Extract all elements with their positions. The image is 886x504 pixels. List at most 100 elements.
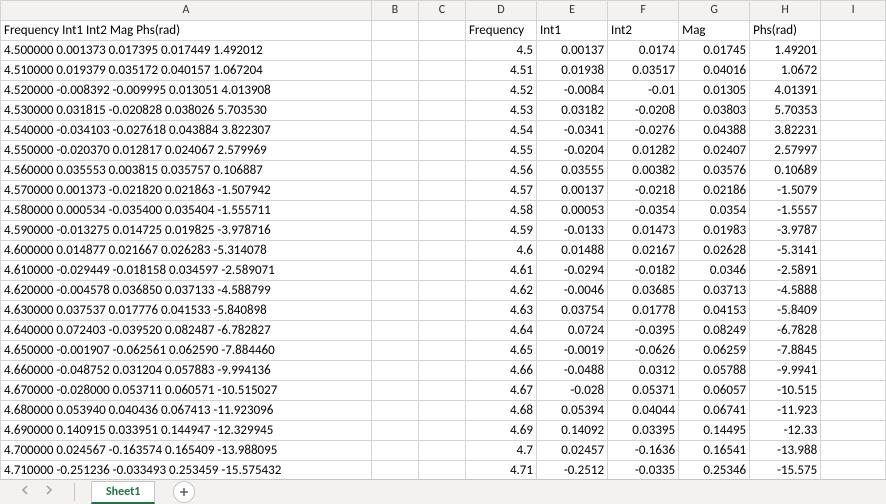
table-row[interactable]: 4.710000 -0.251236 -0.033493 0.253459 -1… [1,461,886,481]
add-sheet-button[interactable] [173,481,195,503]
cell[interactable]: 4.530000 0.031815 -0.020828 0.038026 5.7… [1,101,372,121]
cell[interactable]: 0.0174 [608,41,679,61]
cell[interactable]: -1.5557 [750,201,821,221]
cell[interactable]: -5.3141 [750,241,821,261]
cell[interactable]: -1.5079 [750,181,821,201]
cell[interactable]: 0.0346 [679,261,750,281]
cell[interactable]: 4.51 [465,61,536,81]
col-header-A[interactable]: A [1,1,372,21]
cell[interactable]: Frequency Int1 Int2 Mag Phs(rad) [1,21,372,41]
cell[interactable] [371,181,418,201]
cell[interactable]: -3.9787 [750,221,821,241]
cell[interactable] [821,201,886,221]
cell[interactable]: 4.640000 0.072403 -0.039520 0.082487 -6.… [1,321,372,341]
spreadsheet-grid[interactable]: A B C D E F G H I Frequency Int1 Int2 Ma… [0,0,886,480]
table-row[interactable]: 4.500000 0.001373 0.017395 0.017449 1.49… [1,41,886,61]
cell[interactable]: 0.03517 [608,61,679,81]
cell[interactable]: 4.69 [465,421,536,441]
cell[interactable]: 4.66 [465,361,536,381]
cell[interactable]: -0.0046 [537,281,608,301]
cell[interactable]: -0.0204 [537,141,608,161]
cell[interactable] [418,41,465,61]
cell[interactable]: 1.49201 [750,41,821,61]
cell[interactable]: 0.03576 [679,161,750,181]
cell[interactable]: 4.67 [465,381,536,401]
cell[interactable] [821,421,886,441]
cell[interactable]: 0.25346 [679,461,750,481]
cell[interactable]: 4.660000 -0.048752 0.031204 0.057883 -9.… [1,361,372,381]
cell[interactable]: 4.550000 -0.020370 0.012817 0.024067 2.5… [1,141,372,161]
table-row[interactable]: 4.700000 0.024567 -0.163574 0.165409 -13… [1,441,886,461]
cell[interactable]: 0.03395 [608,421,679,441]
cell[interactable]: 4.510000 0.019379 0.035172 0.040157 1.06… [1,61,372,81]
cell[interactable] [418,321,465,341]
cell[interactable] [821,101,886,121]
cell[interactable]: 0.08249 [679,321,750,341]
cell[interactable]: 4.63 [465,301,536,321]
cell[interactable]: 0.0312 [608,361,679,381]
cell[interactable]: 0.04153 [679,301,750,321]
cell[interactable]: -0.0341 [537,121,608,141]
table-row[interactable]: 4.630000 0.037537 0.017776 0.041533 -5.8… [1,301,886,321]
table-row[interactable]: 4.540000 -0.034103 -0.027618 0.043884 3.… [1,121,886,141]
table-row[interactable]: 4.660000 -0.048752 0.031204 0.057883 -9.… [1,361,886,381]
cell[interactable]: 0.03713 [679,281,750,301]
cell[interactable]: -0.0626 [608,341,679,361]
table-row[interactable]: 4.590000 -0.013275 0.014725 0.019825 -3.… [1,221,886,241]
cell[interactable]: 0.01745 [679,41,750,61]
cell[interactable] [821,61,886,81]
cell[interactable]: -4.5888 [750,281,821,301]
column-header-row[interactable]: A B C D E F G H I [1,1,886,21]
cell[interactable]: 0.03685 [608,281,679,301]
cell[interactable]: Int1 [537,21,608,41]
cell[interactable]: 0.02628 [679,241,750,261]
cell[interactable] [418,141,465,161]
cell[interactable]: -5.8409 [750,301,821,321]
cell[interactable]: 4.62 [465,281,536,301]
cell[interactable]: 2.57997 [750,141,821,161]
cell[interactable]: Mag [679,21,750,41]
cell[interactable] [418,61,465,81]
cell[interactable] [418,181,465,201]
col-header-I[interactable]: I [821,1,886,21]
cell[interactable]: 0.03182 [537,101,608,121]
cell[interactable] [371,121,418,141]
cell[interactable] [821,441,886,461]
table-row[interactable]: 4.680000 0.053940 0.040436 0.067413 -11.… [1,401,886,421]
cell[interactable] [821,321,886,341]
cell[interactable]: 0.14495 [679,421,750,441]
cell[interactable] [371,281,418,301]
cell[interactable]: -0.0182 [608,261,679,281]
cell[interactable]: 4.580000 0.000534 -0.035400 0.035404 -1.… [1,201,372,221]
cell[interactable]: 0.03555 [537,161,608,181]
cell[interactable] [371,381,418,401]
cell[interactable]: 0.05788 [679,361,750,381]
cell[interactable]: 4.500000 0.001373 0.017395 0.017449 1.49… [1,41,372,61]
cell[interactable]: 4.540000 -0.034103 -0.027618 0.043884 3.… [1,121,372,141]
prev-sheet-icon[interactable] [20,485,34,499]
cell[interactable]: 4.690000 0.140915 0.033951 0.144947 -12.… [1,421,372,441]
cell[interactable]: 0.05394 [537,401,608,421]
cell[interactable]: 0.03803 [679,101,750,121]
cell[interactable]: 4.520000 -0.008392 -0.009995 0.013051 4.… [1,81,372,101]
cell[interactable] [821,361,886,381]
cell[interactable]: -10.515 [750,381,821,401]
cell[interactable]: 1.0672 [750,61,821,81]
cell[interactable]: 4.710000 -0.251236 -0.033493 0.253459 -1… [1,461,372,481]
cell[interactable] [371,321,418,341]
cell[interactable] [418,421,465,441]
col-header-E[interactable]: E [537,1,608,21]
cell[interactable] [418,161,465,181]
cell[interactable]: 4.58 [465,201,536,221]
cell[interactable] [418,241,465,261]
table-row[interactable]: 4.570000 0.001373 -0.021820 0.021863 -1.… [1,181,886,201]
cell[interactable] [821,241,886,261]
cell[interactable]: -0.0276 [608,121,679,141]
cell[interactable] [821,141,886,161]
cell[interactable]: 4.53 [465,101,536,121]
cell[interactable]: 0.00137 [537,181,608,201]
cell[interactable]: 4.55 [465,141,536,161]
table-row[interactable]: 4.640000 0.072403 -0.039520 0.082487 -6.… [1,321,886,341]
table-row[interactable]: 4.550000 -0.020370 0.012817 0.024067 2.5… [1,141,886,161]
cell[interactable]: -13.988 [750,441,821,461]
